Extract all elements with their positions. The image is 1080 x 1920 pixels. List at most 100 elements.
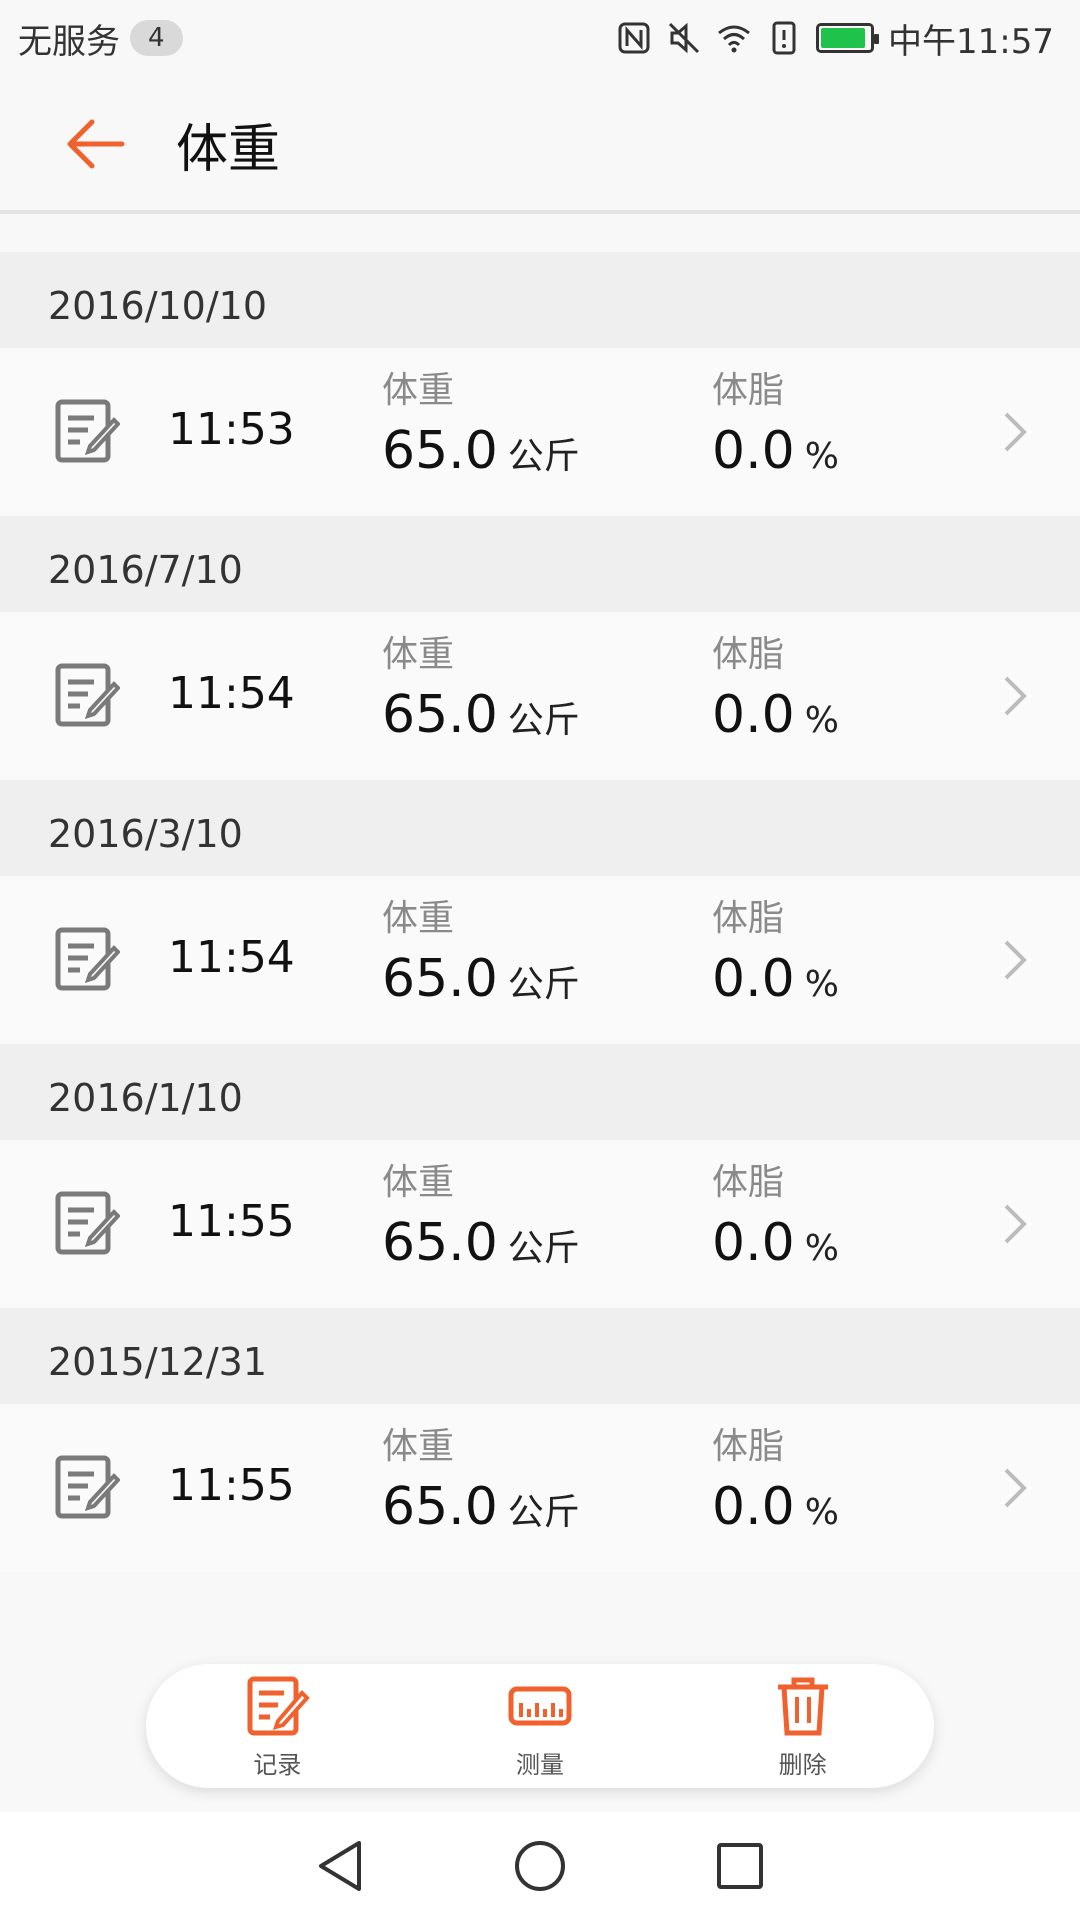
status-left: 无服务 4 — [18, 14, 183, 63]
weight-label: 体重 — [382, 898, 455, 939]
mute-icon — [668, 22, 700, 54]
header-divider — [0, 210, 1080, 214]
nav-recents-button[interactable] — [710, 1836, 770, 1896]
app-header: 体重 — [0, 76, 1080, 212]
body-fat-unit: % — [804, 964, 839, 1005]
battery-charging-icon — [816, 23, 880, 53]
weight-label: 体重 — [382, 1162, 455, 1203]
date-group-header: 2015/12/31 — [0, 1308, 1080, 1404]
weight-metric: 体重 65.0 公斤 — [382, 630, 580, 750]
weight-label: 体重 — [382, 634, 455, 675]
weight-metric: 体重 65.0 公斤 — [382, 1422, 580, 1542]
weight-label: 体重 — [382, 1426, 455, 1467]
note-edit-icon — [55, 663, 120, 727]
body-fat-value: 0.0 — [712, 1477, 795, 1537]
record-time: 11:55 — [168, 1196, 295, 1247]
chevron-right-icon — [1004, 940, 1027, 980]
weight-value: 65.0 — [382, 1213, 498, 1273]
body-fat-metric: 体脂 0.0% — [712, 366, 839, 486]
measure-action-label: 测量 — [515, 1750, 564, 1779]
chevron-right-icon — [1004, 676, 1027, 716]
record-time: 11:54 — [168, 932, 295, 983]
body-fat-unit: % — [804, 436, 839, 477]
body-fat-value: 0.0 — [712, 1213, 795, 1273]
weight-value: 65.0 — [382, 1477, 498, 1537]
back-triangle-icon — [319, 1841, 361, 1891]
weight-unit: 公斤 — [507, 1492, 580, 1533]
record-time: 11:53 — [168, 404, 295, 455]
delete-action-button[interactable]: 删除 — [703, 1673, 903, 1780]
body-fat-metric: 体脂 0.0% — [712, 1422, 839, 1542]
body-fat-value: 0.0 — [712, 421, 795, 481]
weight-label: 体重 — [382, 370, 455, 411]
notification-count-badge: 4 — [130, 20, 183, 56]
body-fat-metric: 体脂 0.0% — [712, 630, 839, 750]
arrow-left-icon — [67, 119, 125, 169]
note-edit-icon — [55, 399, 120, 463]
date-group-header: 2016/10/10 — [0, 252, 1080, 348]
weight-metric: 体重 65.0 公斤 — [382, 1158, 580, 1278]
weight-value: 65.0 — [382, 421, 498, 481]
weight-unit: 公斤 — [507, 964, 580, 1005]
body-fat-value: 0.0 — [712, 949, 795, 1009]
record-row[interactable]: 11:55 体重 65.0 公斤 体脂 0.0% — [0, 1404, 1080, 1572]
record-row[interactable]: 11:54 体重 65.0 公斤 体脂 0.0% — [0, 876, 1080, 1044]
record-time: 11:55 — [168, 1460, 295, 1511]
body-fat-label: 体脂 — [712, 370, 785, 411]
record-time: 11:54 — [168, 668, 295, 719]
date-group-header: 2016/7/10 — [0, 516, 1080, 612]
body-fat-value: 0.0 — [712, 685, 795, 745]
body-fat-label: 体脂 — [712, 1162, 785, 1203]
system-navigation-bar — [0, 1812, 1080, 1920]
carrier-text: 无服务 — [18, 21, 120, 62]
nav-home-button[interactable] — [510, 1836, 570, 1896]
chevron-right-icon — [1004, 1468, 1027, 1508]
trash-icon — [777, 1677, 828, 1735]
record-action-label: 记录 — [253, 1750, 302, 1779]
measure-action-button[interactable]: 测量 — [440, 1673, 640, 1780]
weight-unit: 公斤 — [507, 1228, 580, 1269]
recents-square-icon — [717, 1843, 763, 1889]
weight-unit: 公斤 — [507, 700, 580, 741]
body-fat-label: 体脂 — [712, 898, 785, 939]
body-fat-unit: % — [804, 1492, 839, 1533]
records-list[interactable]: 2016/10/10 11:53 体重 65.0 公斤 体脂 0.0% 2016… — [0, 252, 1080, 1572]
back-button[interactable] — [40, 89, 150, 199]
date-group-header: 2016/3/10 — [0, 780, 1080, 876]
status-bar: 无服务 4 中午11:57 — [0, 0, 1080, 76]
record-row[interactable]: 11:53 体重 65.0 公斤 体脂 0.0% — [0, 348, 1080, 516]
bottom-action-bar: 记录 测量 删除 — [146, 1664, 934, 1788]
weight-unit: 公斤 — [507, 436, 580, 477]
weight-metric: 体重 65.0 公斤 — [382, 894, 580, 1014]
status-time: 中午11:57 — [888, 21, 1054, 62]
chevron-right-icon — [1004, 412, 1027, 452]
record-row[interactable]: 11:55 体重 65.0 公斤 体脂 0.0% — [0, 1140, 1080, 1308]
body-fat-metric: 体脂 0.0% — [712, 894, 839, 1014]
home-circle-icon — [515, 1841, 565, 1891]
weight-metric: 体重 65.0 公斤 — [382, 366, 580, 486]
body-fat-metric: 体脂 0.0% — [712, 1158, 839, 1278]
record-row[interactable]: 11:54 体重 65.0 公斤 体脂 0.0% — [0, 612, 1080, 780]
nfc-icon — [618, 22, 650, 54]
chevron-right-icon — [1004, 1204, 1027, 1244]
page-title: 体重 — [176, 119, 281, 180]
note-edit-icon — [55, 1455, 120, 1519]
delete-action-label: 删除 — [778, 1750, 827, 1779]
note-edit-icon — [55, 1191, 120, 1255]
weight-value: 65.0 — [382, 949, 498, 1009]
wifi-icon — [718, 25, 750, 53]
edit-note-icon — [247, 1676, 311, 1735]
record-action-button[interactable]: 记录 — [177, 1673, 377, 1780]
body-fat-label: 体脂 — [712, 634, 785, 675]
nav-back-button[interactable] — [310, 1836, 370, 1896]
body-fat-unit: % — [804, 1228, 839, 1269]
alert-icon — [772, 21, 796, 55]
body-fat-unit: % — [804, 700, 839, 741]
weight-records-screen: 无服务 4 中午11:57 体重 2016/10/10 11:53 体重 65.… — [0, 0, 1080, 1920]
weight-value: 65.0 — [382, 685, 498, 745]
body-fat-label: 体脂 — [712, 1426, 785, 1467]
note-edit-icon — [55, 927, 120, 991]
date-group-header: 2016/1/10 — [0, 1044, 1080, 1140]
status-right: 中午11:57 — [616, 14, 1054, 63]
scale-ruler-icon — [508, 1686, 572, 1725]
